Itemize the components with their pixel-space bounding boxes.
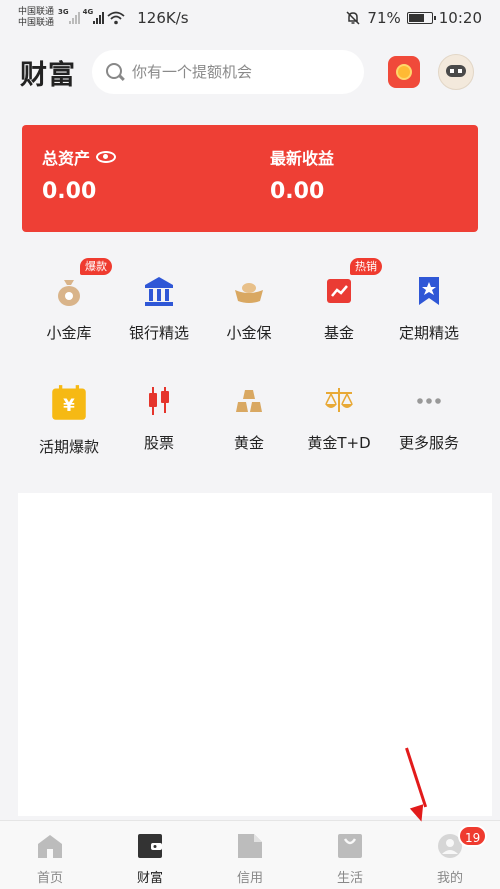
- service-current-hot[interactable]: ¥ 活期爆款: [24, 384, 114, 457]
- net-speed: 126K/s: [137, 9, 189, 27]
- tab-me[interactable]: 我的 19: [400, 821, 500, 889]
- tab-label: 生活: [336, 871, 363, 886]
- hot-badge: 爆款: [80, 258, 112, 275]
- scale-icon: [325, 388, 353, 412]
- status-bar: 中国联通 中国联通 3G 4G 126K/s 71% 10:20: [0, 0, 500, 36]
- service-gold-td[interactable]: 黄金T+D: [294, 384, 384, 453]
- content-panel: [18, 493, 492, 816]
- more-dots-icon: [417, 398, 441, 404]
- tab-label: 我的: [436, 871, 463, 886]
- yuan-calendar-icon: ¥: [52, 385, 86, 420]
- home-icon: [38, 835, 62, 858]
- signal-icon: [68, 12, 80, 24]
- gold-bars-icon: [236, 390, 262, 412]
- carrier-1: 中国联通: [18, 7, 55, 17]
- signal-icon: [93, 12, 105, 24]
- tab-home[interactable]: 首页: [0, 821, 100, 889]
- search-input[interactable]: [132, 63, 332, 81]
- eye-icon[interactable]: [96, 151, 117, 163]
- wallet-icon: [138, 834, 162, 858]
- service-more[interactable]: 更多服务: [384, 384, 474, 453]
- service-label: 活期爆款: [38, 438, 99, 456]
- tab-label: 首页: [36, 871, 63, 886]
- services-row-2: ¥ 活期爆款 股票 黄金 黄金T+D 更多服务: [24, 384, 478, 484]
- services-row-1: 爆款 小金库 银行精选 小金保 热销 基金 定期精选: [24, 258, 478, 374]
- credit-card-icon: [238, 834, 262, 858]
- notification-badge: 19: [458, 825, 488, 847]
- service-xiaojinku[interactable]: 爆款 小金库: [24, 258, 114, 343]
- tab-life[interactable]: 生活: [300, 821, 400, 889]
- search-icon: [106, 63, 124, 81]
- battery-percent: 71%: [367, 9, 401, 27]
- latest-income-label: 最新收益: [270, 149, 335, 168]
- total-assets: 总资产 0.00: [42, 145, 117, 204]
- bookmark-star-icon: [419, 277, 439, 305]
- service-label: 股票: [143, 434, 174, 452]
- gold-ingot-icon: [235, 283, 263, 303]
- asset-card[interactable]: 总资产 0.00 最新收益 0.00: [22, 125, 478, 232]
- money-bag-icon: [58, 280, 80, 306]
- tab-label: 财富: [136, 871, 163, 886]
- tab-wealth[interactable]: 财富: [100, 821, 200, 889]
- service-label: 银行精选: [128, 324, 189, 342]
- header: 财富: [20, 48, 482, 96]
- shopping-bag-icon: [338, 834, 362, 858]
- service-label: 定期精选: [398, 324, 459, 342]
- candlestick-icon: [149, 387, 169, 415]
- service-fund[interactable]: 热销 基金: [294, 258, 384, 343]
- avatar[interactable]: [438, 54, 474, 90]
- latest-income: 最新收益 0.00: [270, 145, 334, 204]
- svg-text:¥: ¥: [63, 395, 75, 415]
- mute-bell-icon: [346, 11, 360, 25]
- tab-credit[interactable]: 信用: [200, 821, 300, 889]
- service-label: 小金库: [46, 324, 92, 342]
- service-stocks[interactable]: 股票: [114, 384, 204, 453]
- service-xiaojinbao[interactable]: 小金保: [204, 274, 294, 343]
- service-label: 基金: [323, 324, 354, 342]
- carrier-names: 中国联通 中国联通: [18, 7, 54, 29]
- wifi-icon: [107, 11, 125, 25]
- total-assets-value: 0.00: [42, 179, 97, 204]
- service-label: 小金保: [226, 324, 272, 342]
- service-bank-select[interactable]: 银行精选: [114, 274, 204, 343]
- net-type-1: 3G: [58, 8, 69, 16]
- coin-reward-icon[interactable]: [388, 56, 420, 88]
- clock: 10:20: [438, 9, 482, 27]
- service-gold[interactable]: 黄金: [204, 384, 294, 453]
- total-assets-label: 总资产: [42, 149, 91, 168]
- hot-badge: 热销: [350, 258, 382, 275]
- search-bar[interactable]: [92, 50, 364, 94]
- page-title: 财富: [20, 59, 76, 91]
- net-type-2: 4G: [82, 8, 94, 16]
- battery-icon: [406, 12, 436, 24]
- bank-icon: [145, 277, 173, 306]
- service-label: 黄金: [233, 434, 264, 452]
- carrier-2: 中国联通: [18, 18, 55, 28]
- fund-chart-icon: [327, 279, 351, 303]
- service-fixed-term[interactable]: 定期精选: [384, 274, 474, 343]
- bottom-tab-bar: 首页 财富 信用 生活 我的 19: [0, 820, 500, 889]
- service-label: 更多服务: [398, 434, 459, 452]
- latest-income-value: 0.00: [270, 179, 325, 204]
- tab-label: 信用: [236, 871, 263, 886]
- service-label: 黄金T+D: [307, 434, 371, 452]
